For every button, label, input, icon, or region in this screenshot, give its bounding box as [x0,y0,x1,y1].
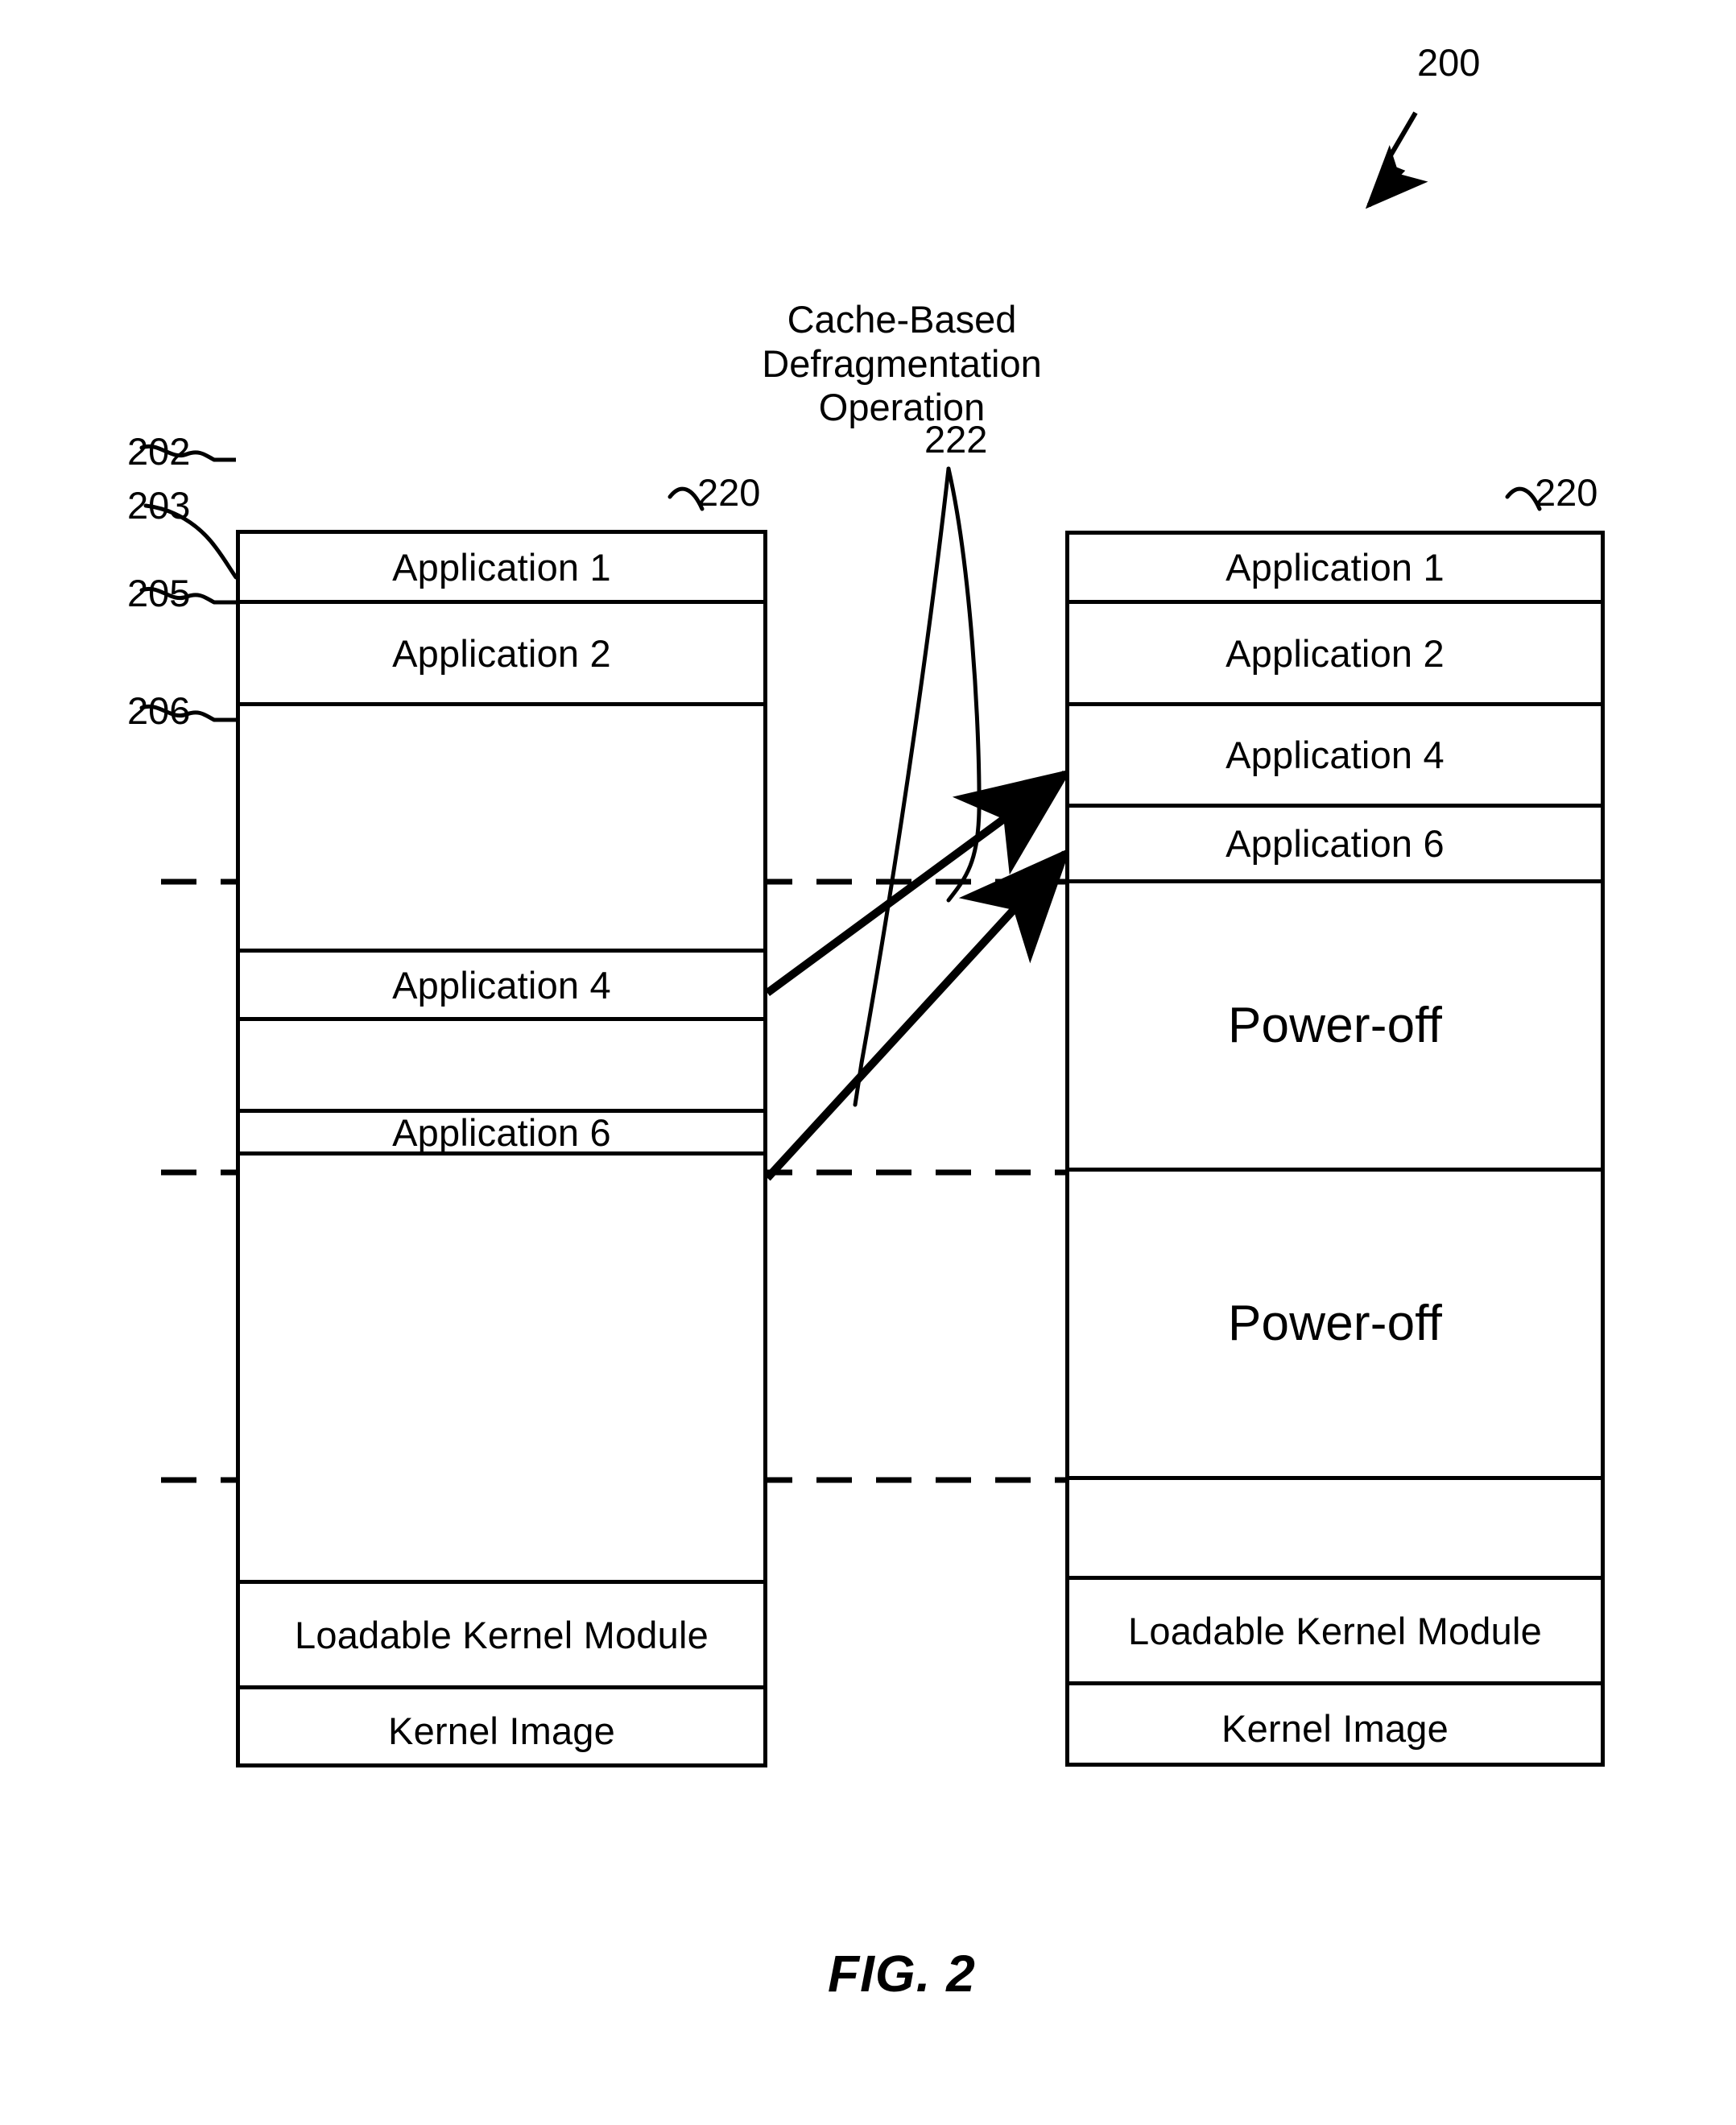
segment-loadable-kernel-module: Loadable Kernel Module [1069,1580,1601,1685]
segment-free-below-app4 [240,1021,763,1113]
segment-label: Application 6 [392,1110,611,1154]
segment-kernel-image: Kernel Image [1069,1685,1601,1771]
operation-label: Cache-Based Defragmentation Operation [762,298,1042,429]
ref-202: 202 [127,430,191,473]
segment-label: Power-off [1228,1296,1442,1351]
memory-column-after: Application 1 Application 2 Application … [1065,531,1605,1767]
segment-app2: Application 2 [1069,604,1601,706]
ref-222: 222 [924,418,988,461]
segment-app4: Application 4 [240,953,763,1021]
ref-203: 203 [127,484,191,527]
segment-app6: Application 6 [240,1113,763,1156]
segment-label: Application 6 [1226,822,1445,865]
migration-arrow-app4 [765,769,1073,997]
segment-label: Power-off [1228,997,1442,1053]
figure-caption: FIG. 2 [828,1945,976,2003]
patent-figure-page: 200 Cache-Based Defragmentation Operatio… [0,0,1736,2125]
segment-app2: Application 2 [240,604,763,706]
segment-label: Application 1 [1226,546,1445,589]
segment-label: Kernel Image [388,1709,615,1752]
leader-200 [1365,111,1428,209]
segment-loadable-kernel-module: Loadable Kernel Module [240,1584,763,1689]
leader-222 [853,466,982,1107]
segment-free-lower [240,1156,763,1584]
ref-220-left: 220 [697,471,761,514]
segment-label: Kernel Image [1221,1706,1449,1750]
ref-220-right: 220 [1535,471,1598,514]
segment-app4: Application 4 [1069,706,1601,808]
segment-label: Loadable Kernel Module [1128,1609,1542,1652]
segment-power-off-upper: Power-off [1069,883,1601,1172]
segment-kernel-image: Kernel Image [240,1689,763,1772]
ref-200: 200 [1417,41,1481,84]
ref-206: 206 [127,689,191,732]
segment-app1: Application 1 [1069,535,1601,604]
segment-app6: Application 6 [1069,808,1601,883]
memory-column-before: Application 1 Application 2 Application … [236,530,767,1767]
segment-power-off-lower: Power-off [1069,1172,1601,1480]
segment-label: Application 1 [392,545,611,589]
segment-label: Application 2 [1226,631,1445,675]
segment-free-lower [1069,1480,1601,1580]
segment-app1: Application 1 [240,534,763,604]
segment-label: Application 4 [392,963,611,1007]
ref-205: 205 [127,572,191,614]
segment-free-202 [240,706,763,953]
segment-label: Application 2 [392,631,611,675]
segment-label: Loadable Kernel Module [295,1613,709,1656]
segment-label: Application 4 [1226,734,1445,776]
migration-arrow-app6 [764,847,1071,1181]
